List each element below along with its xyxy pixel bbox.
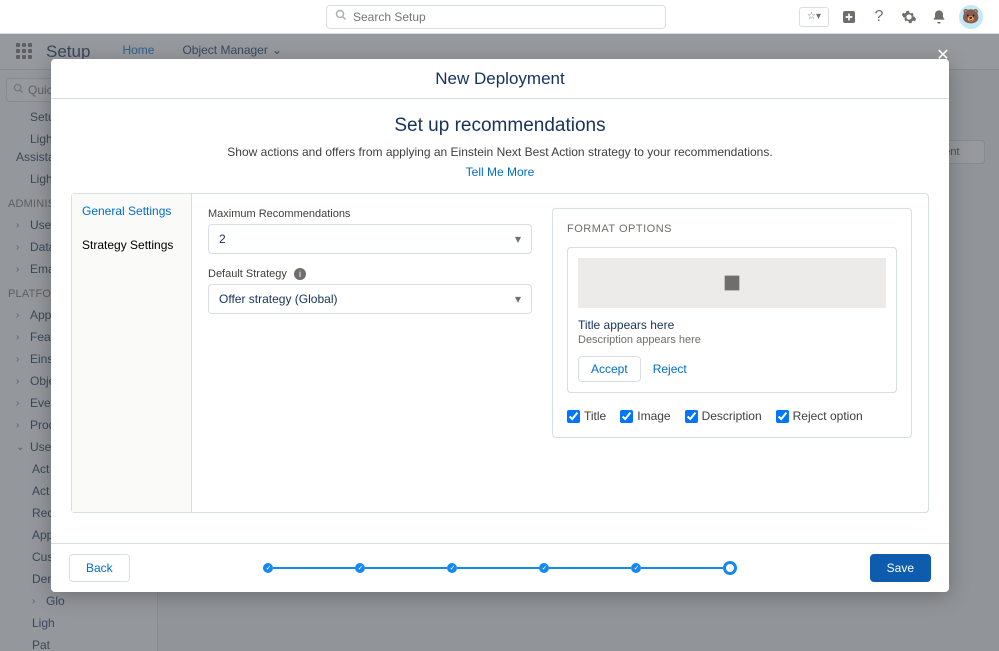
save-button[interactable]: Save	[870, 554, 931, 582]
step-dot-4[interactable]	[539, 563, 549, 573]
checkbox[interactable]	[685, 410, 698, 423]
step-line	[549, 567, 631, 569]
step-heading: Set up recommendations	[51, 115, 949, 137]
modal-footer: Back Save	[51, 543, 949, 592]
step-dot-6[interactable]	[723, 561, 737, 575]
check-label: Image	[637, 409, 670, 423]
check-label: Reject option	[793, 409, 863, 423]
step-dot-1[interactable]	[263, 563, 273, 573]
star-dropdown[interactable]: ☆▾	[799, 7, 829, 27]
new-deployment-modal: ✕ New Deployment Set up recommendations …	[51, 59, 949, 592]
panel-tab-general[interactable]: General Settings	[72, 194, 191, 228]
format-check-title[interactable]: Title	[567, 409, 606, 423]
caret-down-icon: ▾	[515, 232, 521, 246]
max-rec-value: 2	[219, 232, 226, 246]
preview-title: Title appears here	[578, 318, 886, 332]
panel-sidebar: General Settings Strategy Settings	[72, 194, 192, 512]
step-dot-2[interactable]	[355, 563, 365, 573]
progress-stepper	[150, 561, 850, 575]
check-label: Description	[702, 409, 762, 423]
search-icon	[335, 8, 347, 26]
close-icon[interactable]: ✕	[931, 43, 955, 67]
settings-panel: General Settings Strategy Settings Maxim…	[71, 193, 929, 513]
default-strategy-value: Offer strategy (Global)	[219, 292, 338, 306]
format-check-image[interactable]: Image	[620, 409, 670, 423]
reject-button[interactable]: Reject	[649, 356, 699, 382]
step-line	[365, 567, 447, 569]
step-line	[641, 567, 723, 569]
step-subtext: Show actions and offers from applying an…	[51, 145, 949, 159]
bell-icon[interactable]	[929, 7, 949, 27]
default-strategy-label: Default Strategy i	[208, 268, 532, 280]
caret-down-icon: ▾	[515, 292, 521, 306]
tell-me-more-link[interactable]: Tell Me More	[51, 165, 949, 179]
avatar[interactable]: 🐻	[959, 5, 983, 29]
add-icon[interactable]	[839, 7, 859, 27]
format-check-description[interactable]: Description	[685, 409, 762, 423]
preview-desc: Description appears here	[578, 334, 886, 346]
global-header: ☆▾ ? 🐻	[0, 0, 999, 34]
max-rec-select[interactable]: 2 ▾	[208, 224, 532, 254]
format-checks: Title Image Description Reject option	[567, 409, 897, 423]
global-search[interactable]	[326, 5, 666, 29]
format-options-box: FORMAT OPTIONS Title appears here Descri…	[552, 208, 912, 438]
default-strategy-select[interactable]: Offer strategy (Global) ▾	[208, 284, 532, 314]
help-icon[interactable]: ?	[869, 7, 889, 27]
step-dot-5[interactable]	[631, 563, 641, 573]
checkbox[interactable]	[620, 410, 633, 423]
check-label: Title	[584, 409, 606, 423]
global-search-input[interactable]	[353, 10, 657, 24]
info-icon[interactable]: i	[294, 268, 306, 280]
image-placeholder-icon	[578, 258, 886, 308]
accept-button[interactable]: Accept	[578, 356, 641, 382]
step-dot-3[interactable]	[447, 563, 457, 573]
step-line	[273, 567, 355, 569]
modal-title: New Deployment	[51, 59, 949, 99]
format-check-reject-option[interactable]: Reject option	[776, 409, 863, 423]
checkbox[interactable]	[567, 410, 580, 423]
gear-icon[interactable]	[899, 7, 919, 27]
step-line	[457, 567, 539, 569]
checkbox[interactable]	[776, 410, 789, 423]
format-options-title: FORMAT OPTIONS	[567, 223, 897, 235]
panel-tab-strategy[interactable]: Strategy Settings	[72, 228, 191, 262]
preview-card: Title appears here Description appears h…	[567, 247, 897, 393]
back-button[interactable]: Back	[69, 554, 130, 582]
max-rec-label: Maximum Recommendations	[208, 208, 532, 220]
